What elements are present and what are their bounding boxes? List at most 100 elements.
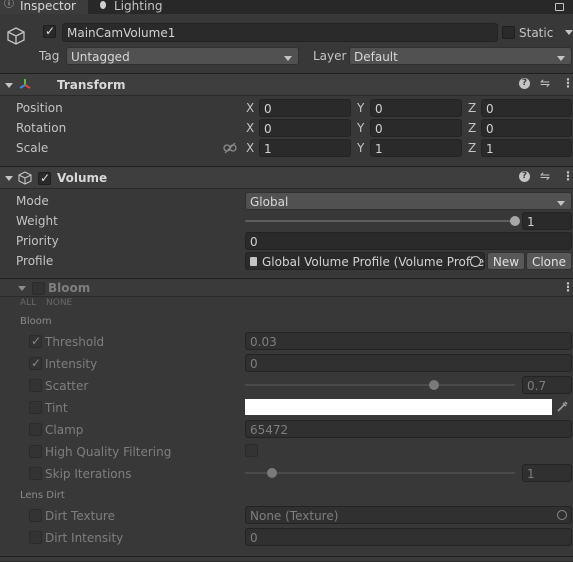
scale-x-field[interactable]: 1 [259,139,351,157]
skip-iterations-field[interactable]: 1 [522,464,572,482]
foldout-arrow-icon [5,176,13,181]
layer-value: Default [354,50,398,64]
info-icon: ⓘ [4,0,14,10]
volume-enabled-checkbox[interactable] [38,171,51,185]
position-x-field[interactable]: 0 [259,99,351,117]
bloom-enabled-checkbox[interactable] [32,282,45,295]
gameobject-icon [6,26,26,49]
layer-label: Layer [313,49,347,63]
skip-iterations-slider[interactable] [245,464,519,482]
presets-icon[interactable]: ⇋ [540,169,550,183]
next-component-header[interactable] [0,556,573,562]
more-options-icon[interactable]: ⋮ [562,76,573,90]
weight-slider[interactable] [245,212,520,230]
axis-y-label: Y [357,101,365,115]
tab-lighting[interactable]: Lighting [96,0,176,14]
all-toggle[interactable]: ALL [20,299,36,308]
transform-header[interactable]: Transform ? ⇋ ⋮ [0,73,573,96]
mode-dropdown[interactable]: Global [245,192,572,210]
rotation-x-field[interactable]: 0 [259,119,351,137]
presets-icon[interactable]: ⇋ [540,76,550,90]
position-y-field[interactable]: 0 [370,99,462,117]
weight-field[interactable]: 1 [522,212,572,230]
clamp-label: Clamp [45,423,84,437]
skip-iterations-override-checkbox[interactable] [29,467,42,480]
priority-field[interactable]: 0 [245,232,572,250]
dirt-intensity-field[interactable]: 0 [245,528,572,546]
layer-dropdown[interactable]: Default [349,47,572,65]
tag-dropdown[interactable]: Untagged [66,47,299,65]
volume-component-icon [18,171,32,185]
hq-filtering-toggle[interactable] [245,444,258,457]
threshold-override-checkbox[interactable] [29,334,42,348]
bloom-section-label: Bloom [20,316,52,327]
scatter-slider[interactable] [245,376,519,394]
tint-override-checkbox[interactable] [29,401,42,414]
tint-color-field[interactable] [245,399,552,415]
hq-filtering-override-checkbox[interactable] [29,445,42,458]
help-icon[interactable]: ? [519,78,530,89]
axis-x-label: X [246,101,255,115]
axis-y-label: Y [357,141,365,155]
scatter-slider-thumb[interactable] [429,380,439,390]
chevron-down-icon [557,56,565,61]
dirt-intensity-override-checkbox[interactable] [29,531,42,544]
profile-label: Profile [16,254,54,268]
axis-x-label: X [246,141,255,155]
threshold-label: Threshold [45,335,105,349]
axis-z-label: Z [468,121,477,135]
tag-label: Tag [39,49,60,63]
scatter-slider-track [245,384,515,386]
threshold-field[interactable]: 0.03 [245,332,572,350]
object-picker-icon[interactable] [557,510,567,520]
more-options-icon[interactable]: ⋮ [562,280,573,294]
lens-dirt-section-label: Lens Dirt [20,490,65,501]
scatter-field[interactable]: 0.7 [522,376,572,394]
dirt-texture-field[interactable]: None (Texture) [245,506,572,524]
static-dropdown-arrow[interactable] [565,30,573,35]
intensity-field[interactable]: 0 [245,354,572,372]
foldout-arrow-icon [5,83,13,88]
scale-z-field[interactable]: 1 [481,139,572,157]
clamp-field[interactable]: 65472 [245,420,572,438]
chevron-down-icon [557,201,565,206]
weight-slider-thumb[interactable] [510,216,520,226]
none-toggle[interactable]: NONE [46,299,72,308]
tab-inspector[interactable]: ⓘ Inspector [0,0,88,14]
transform-icon [19,79,31,89]
help-icon[interactable]: ? [519,171,530,182]
link-icon[interactable] [223,142,237,154]
static-label: Static [519,26,554,40]
object-name-field[interactable]: MainCamVolume1 [62,23,498,42]
rotation-y-field[interactable]: 0 [370,119,462,137]
more-options-icon[interactable]: ⋮ [562,169,573,183]
skip-iterations-slider-thumb[interactable] [267,468,277,478]
clamp-override-checkbox[interactable] [29,423,42,436]
bloom-header[interactable]: Bloom ⋮ [0,278,573,297]
dirt-texture-override-checkbox[interactable] [29,509,42,522]
new-profile-button[interactable]: New [487,252,525,270]
skip-iterations-label: Skip Iterations [45,467,132,481]
scale-y-field[interactable]: 1 [370,139,462,157]
active-checkbox[interactable] [43,24,56,38]
scatter-override-checkbox[interactable] [29,379,42,392]
lock-icon[interactable] [555,3,564,11]
lightbulb-icon [100,1,106,9]
tag-value: Untagged [71,50,130,64]
dirt-texture-label: Dirt Texture [45,509,115,523]
mode-value: Global [250,195,289,209]
intensity-override-checkbox[interactable] [29,356,42,370]
volume-header[interactable]: Volume ? ⇋ ⋮ [0,166,573,189]
object-picker-icon[interactable] [470,256,481,267]
profile-object-field[interactable]: Global Volume Profile (Volume Profile [245,252,485,270]
position-z-field[interactable]: 0 [481,99,572,117]
scatter-label: Scatter [45,379,89,393]
axis-y-label: Y [357,121,365,135]
static-checkbox[interactable] [502,26,515,39]
skip-iterations-slider-track [245,472,515,474]
clone-profile-button[interactable]: Clone [526,252,572,270]
rotation-z-field[interactable]: 0 [481,119,572,137]
dirt-intensity-label: Dirt Intensity [45,531,124,545]
eyedropper-icon[interactable] [556,400,569,413]
axis-x-label: X [246,121,255,135]
